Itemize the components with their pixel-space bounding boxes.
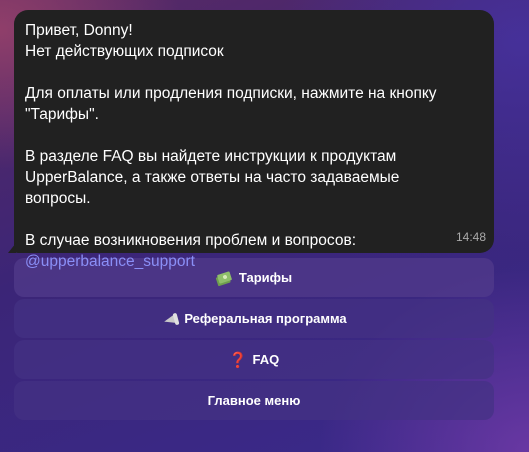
faq-button-label: FAQ xyxy=(252,352,280,367)
referral-program-button-label: Реферальная программа xyxy=(184,311,347,326)
main-menu-button-label: Главное меню xyxy=(207,393,301,408)
message-line-faq-info-cont: UpperBalance, а также ответы на часто за… xyxy=(25,169,400,186)
message-line-greeting: Привет, Donny! xyxy=(25,22,133,39)
message-line-payment-hint-cont: "Тарифы". xyxy=(25,106,99,123)
message-line-payment-hint: Для оплаты или продления подписки, нажми… xyxy=(25,85,437,102)
message-line-subscription-status: Нет действующих подписок xyxy=(25,43,224,60)
referral-program-button[interactable]: Реферальная программа xyxy=(14,299,494,338)
money-with-wings-icon xyxy=(216,271,234,285)
inline-keyboard: Тарифы Реферальная программа ❓ FAQ Главн… xyxy=(14,258,494,420)
message-line-support-hint: В случае возникновения проблем и вопросо… xyxy=(25,232,357,249)
megaphone-icon xyxy=(161,312,179,326)
message-timestamp: 14:48 xyxy=(455,230,486,244)
question-mark-icon: ❓ xyxy=(228,350,248,369)
chat-area: Привет, Donny! Нет действующих подписок … xyxy=(8,10,494,420)
message-line-faq-info: В разделе FAQ вы найдете инструкции к пр… xyxy=(25,148,397,165)
message-line-blank xyxy=(25,125,482,146)
support-username-link[interactable]: @upperbalance_support xyxy=(25,253,195,270)
tariffs-button-label: Тарифы xyxy=(238,270,293,285)
main-menu-button[interactable]: Главное меню xyxy=(14,381,494,420)
message-line-support-link-row: @upperbalance_support xyxy=(25,251,482,272)
message-line-blank xyxy=(25,209,482,230)
bubble-tail xyxy=(8,243,16,253)
faq-button[interactable]: ❓ FAQ xyxy=(14,340,494,379)
bot-message-bubble: Привет, Donny! Нет действующих подписок … xyxy=(8,10,494,270)
message-line-faq-info-end: вопросы. xyxy=(25,190,91,207)
message-line-blank xyxy=(25,62,482,83)
